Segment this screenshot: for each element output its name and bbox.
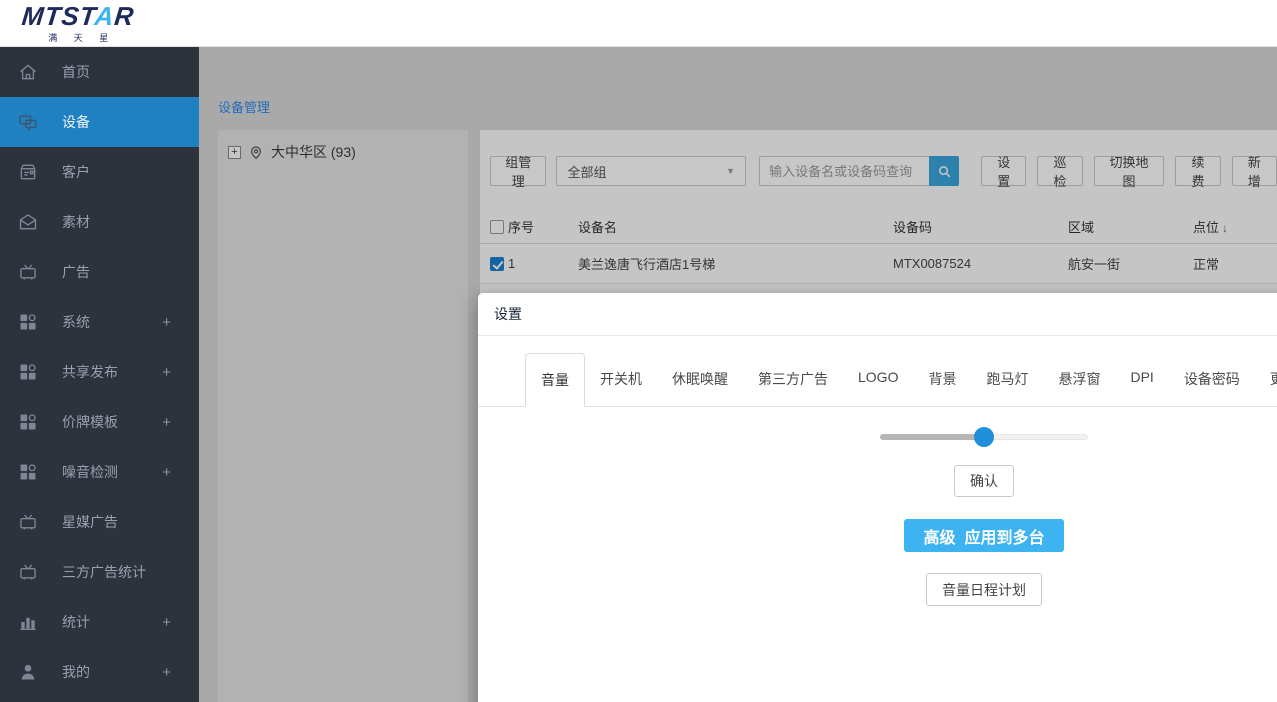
sidebar-item-label: 共享发布	[62, 362, 118, 382]
sidebar-item-customers[interactable]: 客户	[0, 147, 199, 197]
sidebar-nav: 首页 设备 客户 素材 广告 系统 + 共享发布 +	[0, 47, 199, 702]
tab-volume[interactable]: 音量	[525, 353, 585, 407]
sidebar-item-home[interactable]: 首页	[0, 47, 199, 97]
sidebar-item-third-party-ad-stats[interactable]: 三方广告统计	[0, 547, 199, 597]
sidebar-item-ads[interactable]: 广告	[0, 247, 199, 297]
user-icon	[18, 662, 38, 682]
tab-background[interactable]: 背景	[913, 353, 971, 406]
sidebar-item-label: 我的	[62, 662, 90, 682]
modal-title: 设置	[478, 293, 1277, 336]
expand-plus-icon[interactable]: +	[162, 314, 171, 331]
sidebar-item-label: 噪音检测	[62, 462, 118, 482]
sidebar-item-label: 三方广告统计	[62, 562, 146, 582]
sidebar-item-label: 价牌模板	[62, 412, 118, 432]
tab-dpi[interactable]: DPI	[1115, 353, 1168, 406]
tab-marquee[interactable]: 跑马灯	[971, 353, 1043, 406]
tab-third-party-ad[interactable]: 第三方广告	[743, 353, 843, 406]
tv-icon	[18, 512, 38, 532]
settings-tabs: 音量 开关机 休眠唤醒 第三方广告 LOGO 背景 跑马灯 悬浮窗 DPI 设备…	[478, 353, 1277, 407]
volume-slider-fill	[880, 434, 984, 440]
sidebar-item-mine[interactable]: 我的 +	[0, 647, 199, 697]
app-screen: MTSTAR 满 天 星 首页 设备 客户 素材 广告 系统 +	[0, 0, 1277, 702]
expand-plus-icon[interactable]: +	[162, 414, 171, 431]
sidebar-item-system[interactable]: 系统 +	[0, 297, 199, 347]
sidebar-item-noise-detect[interactable]: 噪音检测 +	[0, 447, 199, 497]
customer-icon	[18, 162, 38, 182]
sidebar-item-statistics[interactable]: 统计 +	[0, 597, 199, 647]
sidebar-item-label: 设备	[62, 112, 90, 132]
apps-icon	[18, 462, 38, 482]
apps-icon	[18, 312, 38, 332]
tab-sleep-wake[interactable]: 休眠唤醒	[657, 353, 743, 406]
tab-update[interactable]: 更新	[1255, 353, 1277, 406]
sidebar-item-shared-publish[interactable]: 共享发布 +	[0, 347, 199, 397]
sidebar-item-label: 客户	[62, 162, 90, 182]
expand-plus-icon[interactable]: +	[162, 364, 171, 381]
settings-modal: 设置 音量 开关机 休眠唤醒 第三方广告 LOGO 背景 跑马灯 悬浮窗 DPI…	[478, 293, 1277, 702]
expand-plus-icon[interactable]: +	[162, 464, 171, 481]
top-header: MTSTAR 满 天 星	[0, 0, 1277, 47]
sidebar-item-star-media-ads[interactable]: 星媒广告	[0, 497, 199, 547]
tv-icon	[18, 562, 38, 582]
chart-icon	[18, 612, 38, 632]
volume-schedule-button[interactable]: 音量日程计划	[926, 573, 1042, 606]
confirm-button[interactable]: 确认	[954, 465, 1014, 497]
sidebar-item-label: 系统	[62, 312, 90, 332]
expand-plus-icon[interactable]: +	[162, 664, 171, 681]
sidebar-item-label: 素材	[62, 212, 90, 232]
sidebar-item-materials[interactable]: 素材	[0, 197, 199, 247]
material-icon	[18, 212, 38, 232]
logo-part1: MTST	[20, 1, 96, 31]
devices-icon	[18, 112, 38, 132]
volume-slider-thumb[interactable]	[974, 427, 994, 447]
volume-tab-panel: 确认 高级 应用到多台 音量日程计划	[478, 407, 1277, 606]
apps-icon	[18, 412, 38, 432]
sidebar-item-label: 统计	[62, 612, 90, 632]
logo-part2: R	[113, 1, 136, 31]
home-icon	[18, 62, 38, 82]
sidebar-item-price-template[interactable]: 价牌模板 +	[0, 397, 199, 447]
sidebar-item-label: 广告	[62, 262, 90, 282]
expand-plus-icon[interactable]: +	[162, 614, 171, 631]
brand-logo-subtitle: 满 天 星	[41, 31, 115, 44]
sidebar-item-devices[interactable]: 设备	[0, 97, 199, 147]
brand-logo-text: MTSTAR	[21, 3, 136, 29]
brand-logo: MTSTAR 满 天 星	[22, 3, 134, 44]
tab-logo[interactable]: LOGO	[843, 353, 913, 406]
sidebar-item-label: 首页	[62, 62, 90, 82]
volume-slider[interactable]	[880, 434, 1088, 440]
apps-icon	[18, 362, 38, 382]
advanced-apply-multi-button[interactable]: 高级 应用到多台	[904, 519, 1065, 552]
sidebar-item-label: 星媒广告	[62, 512, 118, 532]
tab-power[interactable]: 开关机	[585, 353, 657, 406]
tab-floating-window[interactable]: 悬浮窗	[1043, 353, 1115, 406]
tab-device-password[interactable]: 设备密码	[1169, 353, 1255, 406]
tv-icon	[18, 262, 38, 282]
